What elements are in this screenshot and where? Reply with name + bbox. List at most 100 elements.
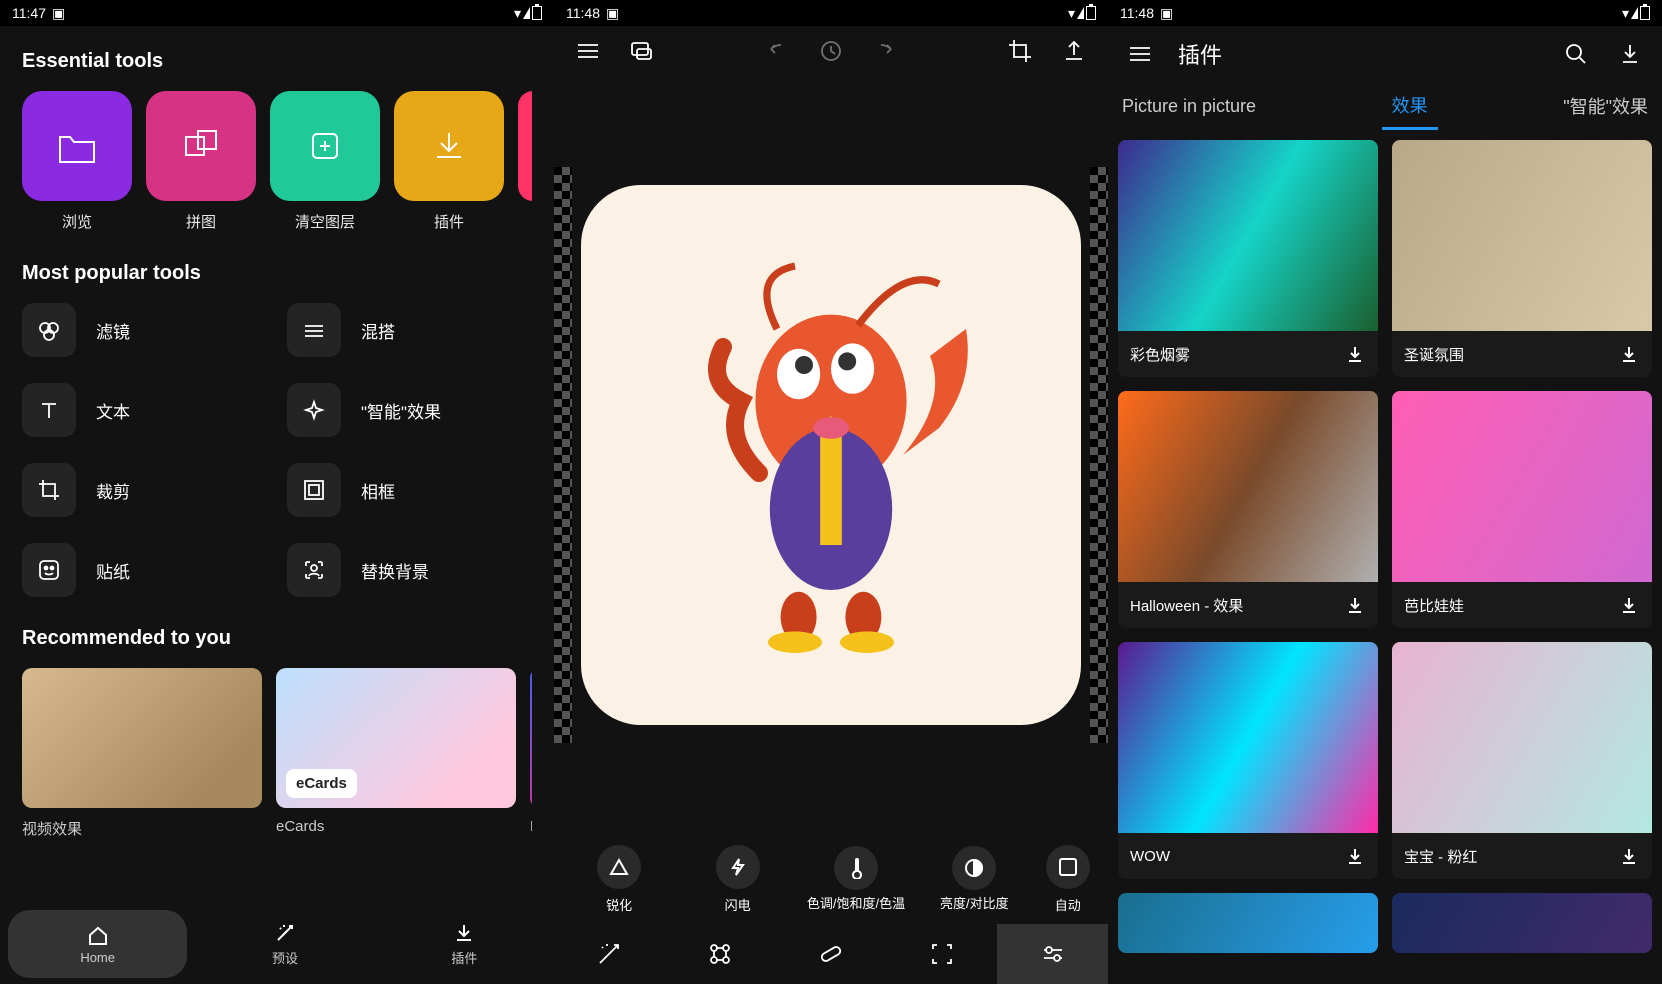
effect-card[interactable]: 宝宝 - 粉红 — [1392, 642, 1652, 879]
popular-text[interactable]: 文本 — [22, 383, 267, 437]
redo-icon[interactable] — [871, 37, 899, 65]
nav-home[interactable]: Home — [8, 910, 187, 978]
essential-browse[interactable]: 浏览 — [22, 91, 132, 232]
menu-icon[interactable] — [1126, 40, 1154, 68]
effect-thumbnail — [1392, 642, 1652, 833]
effect-label: Halloween - 效果 — [1130, 595, 1243, 616]
bottom-nodes[interactable] — [665, 924, 776, 984]
essential-more[interactable] — [518, 91, 532, 232]
effect-card[interactable] — [1392, 893, 1652, 953]
effect-card[interactable]: 芭比娃娃 — [1392, 391, 1652, 628]
popular-frame[interactable]: 相框 — [287, 463, 532, 517]
status-bar: 11:48 ▣ ▾ — [554, 0, 1108, 26]
download-icon[interactable] — [1618, 343, 1640, 365]
popular-mix[interactable]: 混搭 — [287, 303, 532, 357]
rec-card-ecards[interactable]: eCards eCards — [276, 668, 516, 839]
battery-icon — [1640, 6, 1650, 20]
rec-card-video[interactable]: 视频效果 — [22, 668, 262, 839]
adjustment-tools: 锐化 闪电 色调/饱和度/色温 亮度/对比度 自动 — [554, 834, 1108, 924]
rec-card-more[interactable]: Pho... — [530, 668, 532, 839]
signal-icon — [1077, 7, 1084, 19]
sticker-icon — [35, 556, 63, 584]
tool-lightning[interactable]: 闪电 — [688, 845, 788, 914]
status-bar: 11:48 ▣ ▾ — [1108, 0, 1662, 26]
download-icon[interactable] — [1616, 40, 1644, 68]
effect-thumbnail — [1118, 140, 1378, 331]
tab-pip[interactable]: Picture in picture — [1112, 82, 1266, 130]
export-icon[interactable] — [1060, 37, 1088, 65]
bolt-icon — [727, 856, 749, 878]
layers-panel-icon[interactable] — [628, 37, 656, 65]
bottom-adjust[interactable] — [997, 924, 1108, 984]
download-icon[interactable] — [1618, 845, 1640, 867]
tab-effects[interactable]: 效果 — [1382, 82, 1438, 130]
effect-card[interactable]: Halloween - 效果 — [1118, 391, 1378, 628]
status-time: 11:48 — [566, 5, 600, 21]
notif-icon: ▣ — [52, 5, 65, 22]
popular-sticker[interactable]: 贴纸 — [22, 543, 267, 597]
effect-card[interactable] — [1118, 893, 1378, 953]
effect-label: 彩色烟雾 — [1130, 344, 1190, 365]
menu-icon[interactable] — [574, 37, 602, 65]
collage-icon — [178, 123, 224, 169]
home-icon — [87, 924, 109, 946]
tool-auto[interactable]: 自动 — [1043, 845, 1093, 914]
essential-collage[interactable]: 拼图 — [146, 91, 256, 232]
crop-icon[interactable] — [1006, 37, 1034, 65]
download-icon — [426, 123, 472, 169]
popular-crop[interactable]: 裁剪 — [22, 463, 267, 517]
tab-label: "智能"效果 — [1563, 93, 1648, 119]
rec-thumbnail — [530, 668, 532, 808]
nav-presets[interactable]: 预设 — [195, 904, 374, 984]
essential-label: 拼图 — [186, 211, 216, 232]
essential-plugin[interactable]: 插件 — [394, 91, 504, 232]
effects-grid[interactable]: 彩色烟雾 圣诞氛围 Halloween - 效果 芭比娃娃 WOW 宝宝 - 粉… — [1108, 130, 1662, 984]
signal-icon — [523, 7, 530, 19]
frame-icon — [300, 476, 328, 504]
tab-label: Picture in picture — [1122, 96, 1256, 117]
tool-brightness[interactable]: 亮度/对比度 — [924, 846, 1024, 912]
download-icon[interactable] — [1344, 594, 1366, 616]
person-crop-icon — [300, 556, 328, 584]
bottom-fullscreen[interactable] — [886, 924, 997, 984]
search-icon[interactable] — [1562, 40, 1590, 68]
crop-icon — [35, 476, 63, 504]
tab-smart[interactable]: "智能"效果 — [1553, 82, 1658, 130]
lobster-character-icon — [651, 255, 1011, 655]
nav-plugins[interactable]: 插件 — [375, 904, 554, 984]
effect-card[interactable]: 彩色烟雾 — [1118, 140, 1378, 377]
bottom-heal[interactable] — [776, 924, 887, 984]
nav-label: Home — [80, 950, 115, 965]
popular-label: "智能"效果 — [361, 398, 441, 423]
popular-smart-effect[interactable]: "智能"效果 — [287, 383, 532, 437]
plugin-title: 插件 — [1178, 38, 1222, 70]
transparency-checker — [554, 167, 572, 743]
editor-bottom-bar — [554, 924, 1108, 984]
history-icon[interactable] — [817, 37, 845, 65]
essential-clear-layer[interactable]: 清空图层 — [270, 91, 380, 232]
tab-label: 效果 — [1392, 92, 1428, 118]
contrast-icon — [963, 857, 985, 879]
popular-filter[interactable]: 滤镜 — [22, 303, 267, 357]
download-icon[interactable] — [1618, 594, 1640, 616]
tool-label: 色调/饱和度/色温 — [807, 896, 905, 912]
artwork — [581, 185, 1081, 725]
signal-icon — [1631, 7, 1638, 19]
download-icon[interactable] — [1344, 845, 1366, 867]
effect-card[interactable]: 圣诞氛围 — [1392, 140, 1652, 377]
effect-card[interactable]: WOW — [1118, 642, 1378, 879]
editor-top-bar — [554, 26, 1108, 76]
popular-replace-bg[interactable]: 替换背景 — [287, 543, 532, 597]
effect-thumbnail — [1392, 140, 1652, 331]
undo-icon[interactable] — [763, 37, 791, 65]
tool-hue-sat-temp[interactable]: 色调/饱和度/色温 — [806, 846, 906, 912]
rec-title: 视频效果 — [22, 818, 262, 839]
bandage-icon — [817, 940, 845, 968]
bottom-wand[interactable] — [554, 924, 665, 984]
popular-tools-grid: 滤镜 混搭 文本 "智能"效果 裁剪 相框 — [22, 303, 532, 597]
download-icon[interactable] — [1344, 343, 1366, 365]
sliders-icon — [1039, 940, 1067, 968]
nav-label: 预设 — [272, 948, 298, 967]
editor-canvas[interactable] — [554, 76, 1108, 834]
tool-sharpen[interactable]: 锐化 — [569, 845, 669, 914]
